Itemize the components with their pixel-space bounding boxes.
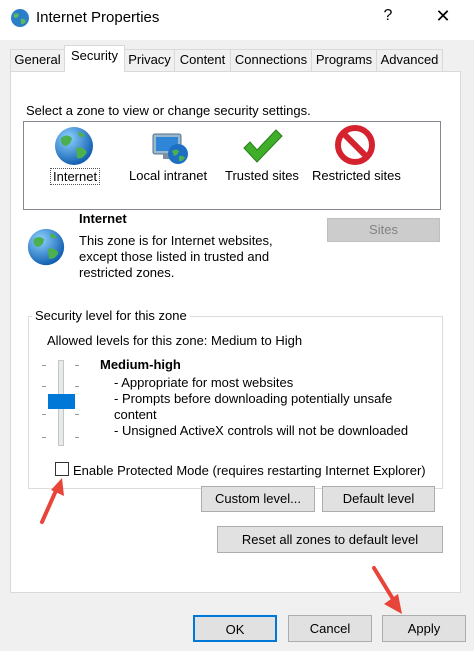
- security-level-slider-thumb[interactable]: [48, 394, 75, 409]
- default-level-button[interactable]: Default level: [322, 486, 435, 512]
- selected-zone-desc-line: This zone is for Internet websites,: [79, 233, 273, 248]
- reset-all-zones-button[interactable]: Reset all zones to default level: [217, 526, 443, 553]
- window-title: Internet Properties: [36, 9, 160, 26]
- sites-button[interactable]: Sites: [327, 218, 440, 242]
- tab-connections[interactable]: Connections: [230, 49, 312, 71]
- slider-tick: [42, 365, 46, 366]
- globe-icon: [10, 8, 30, 28]
- tab-advanced[interactable]: Advanced: [376, 49, 443, 71]
- protected-mode-checkbox[interactable]: [55, 462, 69, 476]
- protected-mode-label[interactable]: Enable Protected Mode (requires restarti…: [73, 463, 426, 478]
- selected-zone-desc-line: restricted zones.: [79, 265, 175, 280]
- custom-level-button[interactable]: Custom level...: [201, 486, 315, 512]
- security-level-bullet: - Appropriate for most websites: [114, 375, 294, 390]
- tab-privacy[interactable]: Privacy: [124, 49, 175, 71]
- zone-restricted-sites[interactable]: Restricted sites: [312, 168, 401, 183]
- tab-programs[interactable]: Programs: [311, 49, 377, 71]
- annotation-arrow-icon: [34, 476, 68, 528]
- slider-tick: [75, 414, 79, 415]
- security-level-bullet: content: [114, 407, 157, 422]
- slider-tick: [75, 386, 79, 387]
- intranet-icon[interactable]: [147, 124, 191, 168]
- help-button[interactable]: ?: [378, 7, 398, 29]
- ok-button[interactable]: OK: [193, 615, 277, 642]
- allowed-levels-text: Allowed levels for this zone: Medium to …: [47, 333, 303, 348]
- tab-content[interactable]: Content: [174, 49, 231, 71]
- security-level-bullet: - Prompts before downloading potentially…: [114, 391, 393, 406]
- annotation-arrow-icon: [368, 564, 408, 616]
- security-level-bullet: - Unsigned ActiveX controls will not be …: [114, 423, 409, 438]
- selected-zone-name: Internet: [79, 211, 127, 226]
- slider-tick: [42, 386, 46, 387]
- zone-trusted-sites[interactable]: Trusted sites: [225, 168, 299, 183]
- slider-tick: [42, 414, 46, 415]
- slider-tick: [42, 437, 46, 438]
- tab-security[interactable]: Security: [64, 45, 125, 72]
- cancel-button[interactable]: Cancel: [288, 615, 372, 642]
- close-button[interactable]: ✕: [432, 6, 454, 30]
- zone-prompt: Select a zone to view or change security…: [26, 103, 311, 118]
- zone-local-intranet[interactable]: Local intranet: [129, 168, 207, 183]
- slider-tick: [75, 365, 79, 366]
- restricted-icon[interactable]: [333, 124, 377, 168]
- globe-icon[interactable]: [52, 124, 96, 168]
- apply-button[interactable]: Apply: [382, 615, 466, 642]
- globe-icon: [25, 226, 67, 268]
- security-level-name: Medium-high: [100, 357, 181, 372]
- zone-internet[interactable]: Internet: [50, 168, 101, 185]
- selected-zone-desc-line: except those listed in trusted and: [79, 249, 270, 264]
- tab-general[interactable]: General: [10, 49, 65, 71]
- checkmark-icon[interactable]: [240, 124, 284, 168]
- slider-tick: [75, 437, 79, 438]
- security-level-title: Security level for this zone: [32, 308, 190, 323]
